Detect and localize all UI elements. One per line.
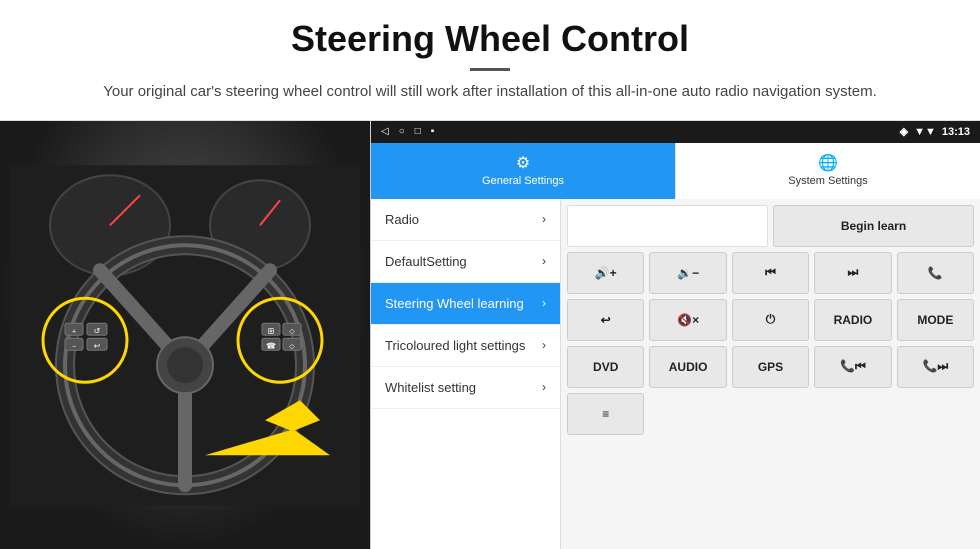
menu-item-whitelist[interactable]: Whitelist setting › <box>371 367 560 409</box>
audio-button[interactable]: AUDIO <box>649 346 726 388</box>
mute-button[interactable]: 🔇× <box>649 299 726 341</box>
signal-icon: ▼▼ <box>914 126 936 138</box>
page-subtitle: Your original car's steering wheel contr… <box>60 81 920 104</box>
next-icon: ⏭ <box>848 265 859 280</box>
next-button[interactable]: ⏭ <box>814 252 891 294</box>
general-settings-icon: ⚙ <box>516 153 530 173</box>
controls-panel: Begin learn 🔊+ 🔉− ⏮ <box>561 199 980 549</box>
car-image: + − ↺ ↩ ⊞ ☎ ◇ ◇ <box>0 121 370 549</box>
radio-button[interactable]: RADIO <box>814 299 891 341</box>
tab-general[interactable]: ⚙ General Settings <box>371 143 675 199</box>
control-row-5: ≡ <box>567 393 974 435</box>
back-icon[interactable]: ◁ <box>381 126 389 137</box>
content-section: + − ↺ ↩ ⊞ ☎ ◇ ◇ <box>0 120 980 549</box>
menu-whitelist-arrow: › <box>542 380 546 394</box>
mode-button[interactable]: MODE <box>897 299 974 341</box>
phone-next-button[interactable]: 📞⏭ <box>897 346 974 388</box>
gps-button[interactable]: GPS <box>732 346 809 388</box>
tab-system-label: System Settings <box>788 175 867 187</box>
recent-icon[interactable]: □ <box>415 126 421 137</box>
svg-text:⊞: ⊞ <box>268 326 275 335</box>
vol-down-icon: 🔉− <box>677 266 699 280</box>
status-bar-left: ◁ ○ □ ▪ <box>381 126 434 137</box>
menu-whitelist-label: Whitelist setting <box>385 380 476 395</box>
tab-bar: ⚙ General Settings 🌐 System Settings <box>371 143 980 199</box>
time-display: 13:13 <box>942 126 970 138</box>
tab-system[interactable]: 🌐 System Settings <box>675 143 980 199</box>
control-row-3: ↩ 🔇× ⏻ RADIO MODE <box>567 299 974 341</box>
audio-label: AUDIO <box>669 360 708 374</box>
phone-next-icon: 📞⏭ <box>922 359 948 374</box>
menu-default-label: DefaultSetting <box>385 254 467 269</box>
radio-label: RADIO <box>834 313 873 327</box>
begin-learn-button[interactable]: Begin learn <box>773 205 974 247</box>
hangup-icon: ↩ <box>601 313 611 327</box>
menu-radio-label: Radio <box>385 212 419 227</box>
phone-prev-icon: 📞⏮ <box>840 359 866 374</box>
car-background: + − ↺ ↩ ⊞ ☎ ◇ ◇ <box>0 121 370 549</box>
menu-list: Radio › DefaultSetting › Steering Wheel … <box>371 199 561 549</box>
vol-up-button[interactable]: 🔊+ <box>567 252 644 294</box>
phone-icon: 📞 <box>928 266 943 280</box>
control-row-4: DVD AUDIO GPS 📞⏮ 📞⏭ <box>567 346 974 388</box>
list-button[interactable]: ≡ <box>567 393 644 435</box>
menu-default-arrow: › <box>542 254 546 268</box>
menu-tricoloured-arrow: › <box>542 338 546 352</box>
power-icon: ⏻ <box>766 312 776 327</box>
mode-label: MODE <box>917 313 953 327</box>
mute-icon: 🔇× <box>677 313 699 327</box>
menu-item-tricoloured[interactable]: Tricoloured light settings › <box>371 325 560 367</box>
vol-down-button[interactable]: 🔉− <box>649 252 726 294</box>
menu-tricoloured-label: Tricoloured light settings <box>385 338 525 353</box>
control-row-2: 🔊+ 🔉− ⏮ ⏭ 📞 <box>567 252 974 294</box>
power-button[interactable]: ⏻ <box>732 299 809 341</box>
svg-text:+: + <box>72 328 76 335</box>
hangup-button[interactable]: ↩ <box>567 299 644 341</box>
vol-up-icon: 🔊+ <box>595 266 617 280</box>
prev-button[interactable]: ⏮ <box>732 252 809 294</box>
title-divider <box>470 68 510 71</box>
phone-prev-button[interactable]: 📞⏮ <box>814 346 891 388</box>
svg-text:↩: ↩ <box>94 341 101 350</box>
list-icon: ≡ <box>602 407 609 421</box>
menu-item-steering[interactable]: Steering Wheel learning › <box>371 283 560 325</box>
header-section: Steering Wheel Control Your original car… <box>0 0 980 114</box>
control-row-1: Begin learn <box>567 205 974 247</box>
svg-text:☎: ☎ <box>266 341 276 350</box>
system-settings-icon: 🌐 <box>818 153 838 173</box>
menu-item-default[interactable]: DefaultSetting › <box>371 241 560 283</box>
tab-general-label: General Settings <box>482 175 564 187</box>
menu-radio-arrow: › <box>542 212 546 226</box>
main-area: Radio › DefaultSetting › Steering Wheel … <box>371 199 980 549</box>
screenshot-icon[interactable]: ▪ <box>431 126 435 137</box>
svg-text:◇: ◇ <box>289 328 295 335</box>
svg-text:−: − <box>72 343 76 350</box>
empty-slot <box>567 205 768 247</box>
steering-wheel-svg: + − ↺ ↩ ⊞ ☎ ◇ ◇ <box>10 131 360 540</box>
home-icon[interactable]: ○ <box>399 126 405 137</box>
svg-text:↺: ↺ <box>94 326 101 335</box>
dvd-label: DVD <box>593 360 618 374</box>
android-ui: ◁ ○ □ ▪ ◈ ▼▼ 13:13 ⚙ General Settings <box>370 121 980 549</box>
menu-item-radio[interactable]: Radio › <box>371 199 560 241</box>
prev-icon: ⏮ <box>765 265 776 280</box>
gps-icon: ◈ <box>900 125 908 138</box>
gps-label: GPS <box>758 360 783 374</box>
status-bar: ◁ ○ □ ▪ ◈ ▼▼ 13:13 <box>371 121 980 143</box>
svg-text:◇: ◇ <box>289 343 295 350</box>
page-wrapper: Steering Wheel Control Your original car… <box>0 0 980 549</box>
status-bar-right: ◈ ▼▼ 13:13 <box>900 125 970 138</box>
page-title: Steering Wheel Control <box>60 18 920 60</box>
menu-steering-arrow: › <box>542 296 546 310</box>
menu-steering-label: Steering Wheel learning <box>385 296 524 311</box>
phone-button[interactable]: 📞 <box>897 252 974 294</box>
dvd-button[interactable]: DVD <box>567 346 644 388</box>
